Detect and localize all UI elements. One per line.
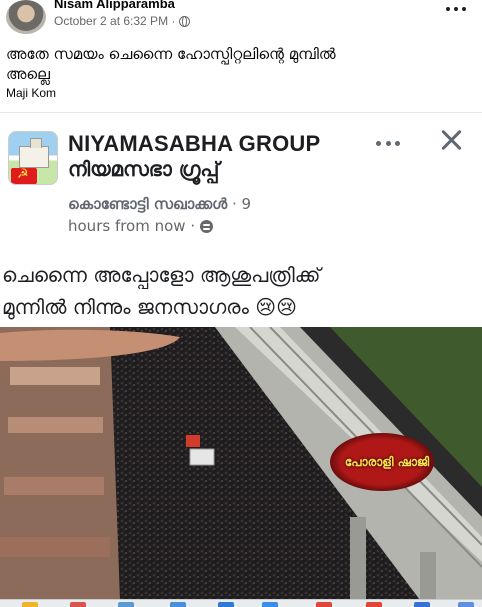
- card-more-options-icon: [376, 139, 400, 147]
- group-logo: [8, 131, 58, 185]
- party-flag-icon: [11, 167, 37, 184]
- author-avatar[interactable]: [6, 0, 46, 34]
- taskbar-app-icon[interactable]: [458, 602, 474, 607]
- taskbar-app-icon[interactable]: [118, 602, 134, 607]
- taskbar-app-icon[interactable]: [70, 602, 86, 607]
- card-poster-name: കൊണ്ടോട്ടി സഖാക്കൾ: [68, 195, 228, 213]
- post-timestamp[interactable]: October 2 at 6:32 PM ·: [54, 14, 191, 28]
- author-name[interactable]: Nisam Alipparamba: [54, 0, 175, 11]
- shared-screenshot-image[interactable]: NIYAMASABHA GROUP നിയമസഭാ ഗ്രൂപ്പ് കൊണ്ട…: [0, 112, 482, 599]
- more-options-icon[interactable]: [446, 4, 466, 14]
- taskbar-app-icon[interactable]: [170, 602, 186, 607]
- close-icon: [438, 127, 464, 153]
- tagged-person-link[interactable]: Maji Kom: [6, 86, 56, 100]
- crowd-photo: പോരാളി ഷാജി: [0, 327, 482, 599]
- taskbar-folder-icon[interactable]: [22, 602, 38, 607]
- taskbar-app-icon[interactable]: [262, 602, 278, 607]
- timestamp-text[interactable]: October 2 at 6:32 PM ·: [54, 14, 175, 28]
- privacy-icon: [199, 220, 213, 233]
- card-body-text: ചെന്നൈ അപ്പോളോ ആശുപത്രിക്ക് മുന്നിൽ നിന്…: [2, 259, 472, 323]
- card-poster-time: hours from now ·: [68, 217, 196, 235]
- watermark-text: പോരാളി ഷാജി: [344, 455, 430, 469]
- group-name-english: NIYAMASABHA GROUP: [68, 131, 321, 156]
- post-caption: അതേ സമയം ചെന്നൈ ഹോസ്പിറ്റലിന്റെ മുമ്പിൽ …: [6, 44, 476, 84]
- caption-line-2: അല്ലെ: [6, 65, 50, 83]
- post-header: Nisam Alipparamba October 2 at 6:32 PM ·: [0, 0, 482, 40]
- card-poster-dot: · 9: [227, 195, 252, 213]
- card-body-line-1: ചെന്നൈ അപ്പോളോ ആശുപത്രിക്ക്: [2, 263, 321, 287]
- assembly-building-icon: [19, 138, 49, 168]
- globe-icon: [179, 15, 191, 27]
- taskbar-app-icon[interactable]: [414, 602, 430, 607]
- caption-line-1: അതേ സമയം ചെന്നൈ ഹോസ്പിറ്റലിന്റെ മുമ്പിൽ: [6, 45, 336, 63]
- card-body-line-2: മുന്നിൽ നിന്നും ജനസാഗരം 😢😢: [2, 295, 297, 319]
- taskbar-app-icon[interactable]: [218, 602, 234, 607]
- group-name-malayalam: നിയമസഭാ ഗ്രൂപ്പ്: [68, 157, 220, 181]
- card-poster-line: കൊണ്ടോട്ടി സഖാക്കൾ · 9 hours from now ·: [68, 193, 328, 237]
- taskbar: [0, 599, 482, 607]
- taskbar-app-icon[interactable]: [366, 602, 382, 607]
- taskbar-app-icon[interactable]: [316, 602, 332, 607]
